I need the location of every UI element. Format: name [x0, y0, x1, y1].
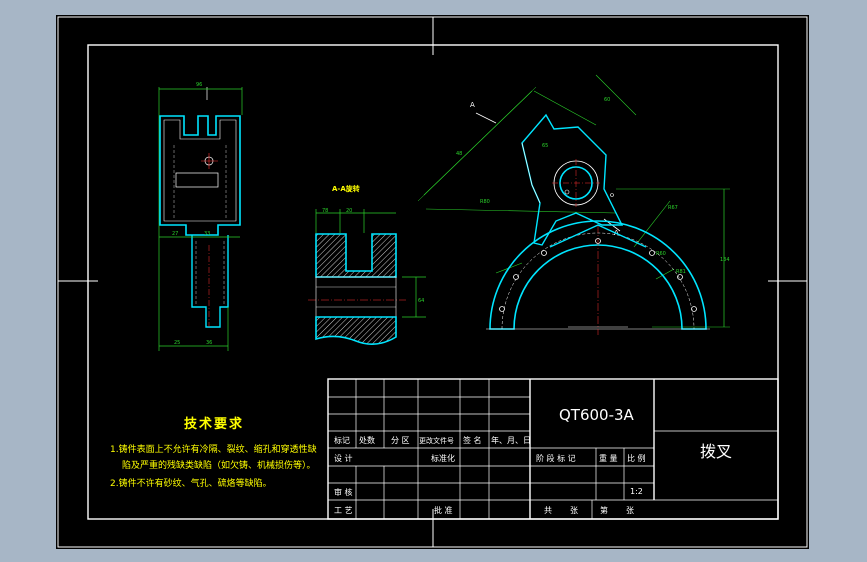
tech-item-3: 2.铸件不许有砂纹、气孔、硫烙等缺陷。 [110, 477, 272, 489]
dim-d8: 65 [542, 143, 548, 149]
dim-d1: 48 [456, 151, 462, 157]
tech-requirements: 技术要求 1.铸件表面上不允许有冷隔、裂纹、缩孔和穿透性缺 陷及严重的残缺类缺陷… [110, 416, 317, 489]
svg-text:第: 第 [600, 505, 608, 515]
svg-text:年、月、日: 年、月、日 [491, 435, 531, 445]
part-name: 拨叉 [700, 442, 732, 461]
fork-arm [521, 113, 624, 246]
dim-w1: 78 [322, 208, 328, 214]
cad-drawing: 96 27 33 25 36 A-A旋转 78 20 64 A A 48 60 … [57, 16, 808, 548]
svg-text:设 计: 设 计 [334, 453, 353, 463]
svg-text:更改文件号: 更改文件号 [419, 436, 454, 445]
svg-text:共: 共 [544, 506, 552, 515]
material-label: QT600-3A [559, 406, 635, 424]
front-body-outline [159, 115, 241, 236]
tech-item-1: 1.铸件表面上不允许有冷隔、裂纹、缩孔和穿透性缺 [110, 443, 317, 455]
section-marker-top: A [470, 101, 475, 109]
section-label: A-A旋转 [332, 184, 360, 193]
fork-view: A A 48 60 R80 R67 R60 R81 134 65 [417, 74, 730, 335]
svg-text:标记: 标记 [334, 435, 350, 445]
scale-value: 1:2 [630, 487, 643, 496]
svg-text:审 核: 审 核 [334, 487, 353, 497]
svg-text:重 量: 重 量 [599, 453, 618, 463]
dim-bottom2: 36 [206, 340, 212, 346]
dim-b1: 27 [172, 231, 178, 237]
svg-text:张: 张 [626, 506, 634, 515]
svg-text:分 区: 分 区 [391, 436, 410, 445]
dim-top: 96 [196, 82, 202, 88]
svg-text:签 名: 签 名 [463, 435, 482, 445]
dim-d3: R80 [480, 199, 490, 205]
front-body-inner [163, 119, 237, 222]
svg-text:标准化: 标准化 [431, 453, 455, 463]
dim-d5: R60 [656, 251, 666, 257]
front-view: 96 27 33 25 36 [158, 82, 243, 351]
dim-bottom1: 25 [174, 340, 180, 346]
dim-d7: 134 [720, 257, 730, 263]
svg-text:比 例: 比 例 [627, 453, 646, 463]
section-upper [315, 233, 397, 278]
title-block-text: QT600-3A 拨叉 标记 处数 分 区 更改文件号 签 名 年、月、日 设 … [334, 406, 732, 515]
dim-d4: R67 [668, 205, 678, 211]
tech-item-2: 陷及严重的残缺类缺陷（如欠铸、机械损伤等）。 [122, 459, 316, 471]
svg-text:处数: 处数 [359, 435, 375, 445]
svg-text:阶 段 标 记: 阶 段 标 记 [536, 453, 576, 463]
dim-w2: 20 [346, 208, 352, 214]
svg-text:张: 张 [570, 506, 578, 515]
section-lower [315, 316, 397, 345]
svg-text:批 准: 批 准 [434, 505, 453, 515]
dim-d2: 60 [604, 97, 610, 103]
svg-text:工 艺: 工 艺 [334, 506, 353, 515]
section-view: A-A旋转 78 20 64 [308, 184, 426, 345]
dim-b2: 33 [204, 231, 210, 237]
front-shaft [191, 235, 229, 328]
tech-title: 技术要求 [184, 416, 244, 432]
drawing-viewport: 96 27 33 25 36 A-A旋转 78 20 64 A A 48 60 … [56, 15, 809, 549]
dim-h1: 64 [418, 298, 424, 304]
dim-d6: R81 [676, 269, 686, 275]
